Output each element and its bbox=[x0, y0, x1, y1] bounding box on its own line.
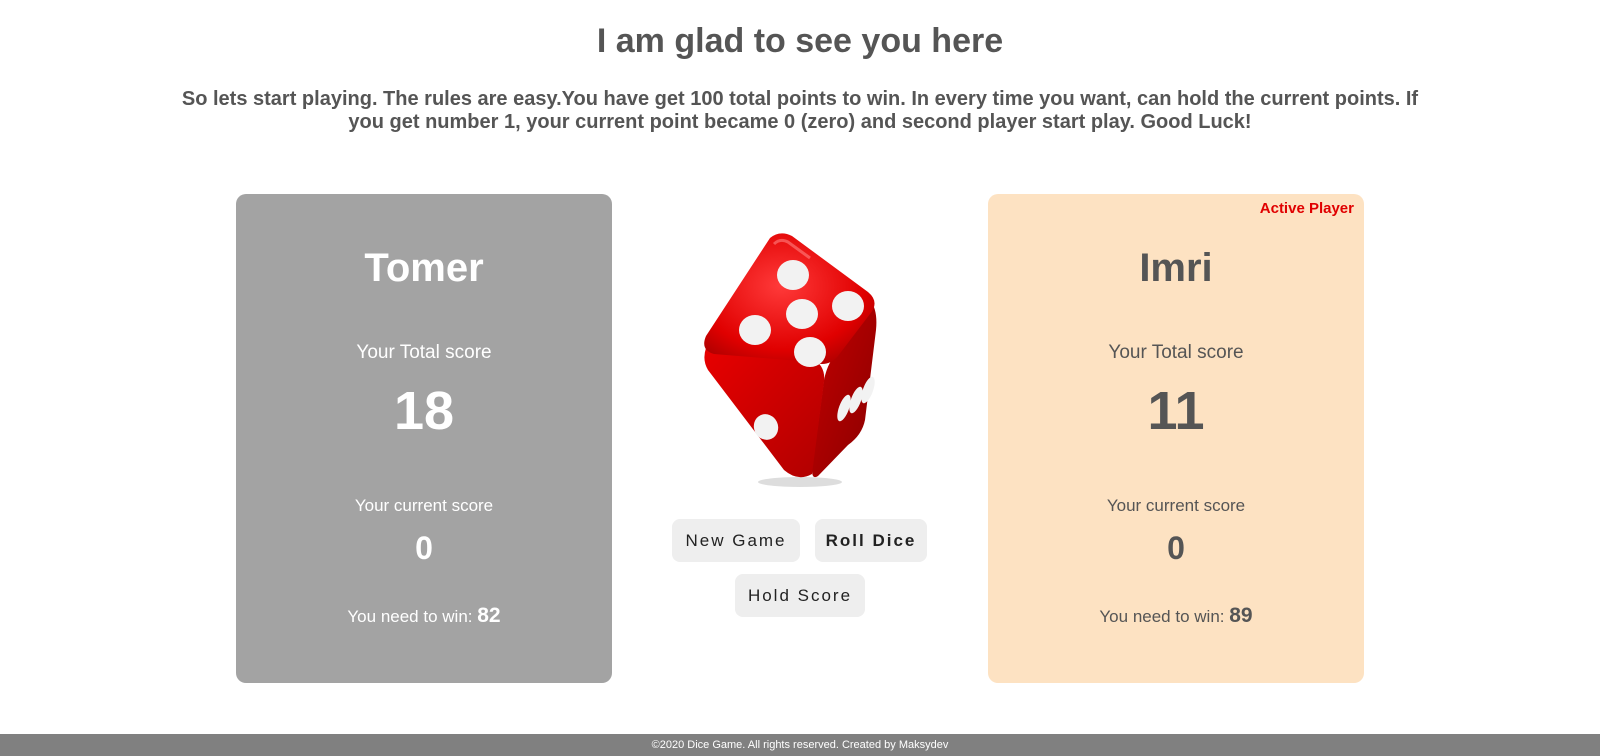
total-score-label: Your Total score bbox=[1108, 342, 1244, 363]
rules-text: So lets start playing. The rules are eas… bbox=[181, 88, 1419, 133]
player-panel-imri: Active Player Imri Your Total score 11 Y… bbox=[988, 194, 1364, 683]
need-to-win-label: You need to win: bbox=[347, 607, 473, 626]
current-score-label: Your current score bbox=[1106, 496, 1246, 515]
red-dice-icon bbox=[700, 230, 900, 495]
current-score-label: Your current score bbox=[354, 496, 494, 515]
need-to-win-value: 82 bbox=[477, 604, 501, 627]
page: I am glad to see you here So lets start … bbox=[0, 0, 1600, 756]
new-game-button[interactable]: New Game bbox=[672, 519, 800, 562]
footer-text: ©2020 Dice Game. All rights reserved. Cr… bbox=[651, 739, 949, 751]
footer: ©2020 Dice Game. All rights reserved. Cr… bbox=[0, 734, 1600, 756]
current-score-value: 0 bbox=[415, 530, 433, 566]
current-score-value: 0 bbox=[1167, 530, 1185, 566]
hold-score-button[interactable]: Hold Score bbox=[735, 574, 865, 617]
need-to-win: You need to win: 89 bbox=[988, 604, 1364, 628]
player-name: Tomer bbox=[364, 246, 484, 290]
total-score-value: 11 bbox=[1147, 381, 1205, 441]
need-to-win: You need to win: 82 bbox=[236, 604, 612, 628]
total-score-value: 18 bbox=[393, 381, 455, 441]
player-name: Imri bbox=[1139, 246, 1213, 290]
dice-image bbox=[704, 233, 877, 487]
need-to-win-value: 89 bbox=[1229, 604, 1253, 627]
player-panel-tomer: Tomer Your Total score 18 Your current s… bbox=[236, 194, 612, 683]
active-player-badge: Active Player bbox=[1259, 200, 1354, 217]
roll-dice-button[interactable]: Roll Dice bbox=[815, 519, 927, 562]
page-title: I am glad to see you here bbox=[596, 22, 1004, 60]
need-to-win-label: You need to win: bbox=[1099, 607, 1225, 626]
total-score-label: Your Total score bbox=[356, 342, 492, 363]
